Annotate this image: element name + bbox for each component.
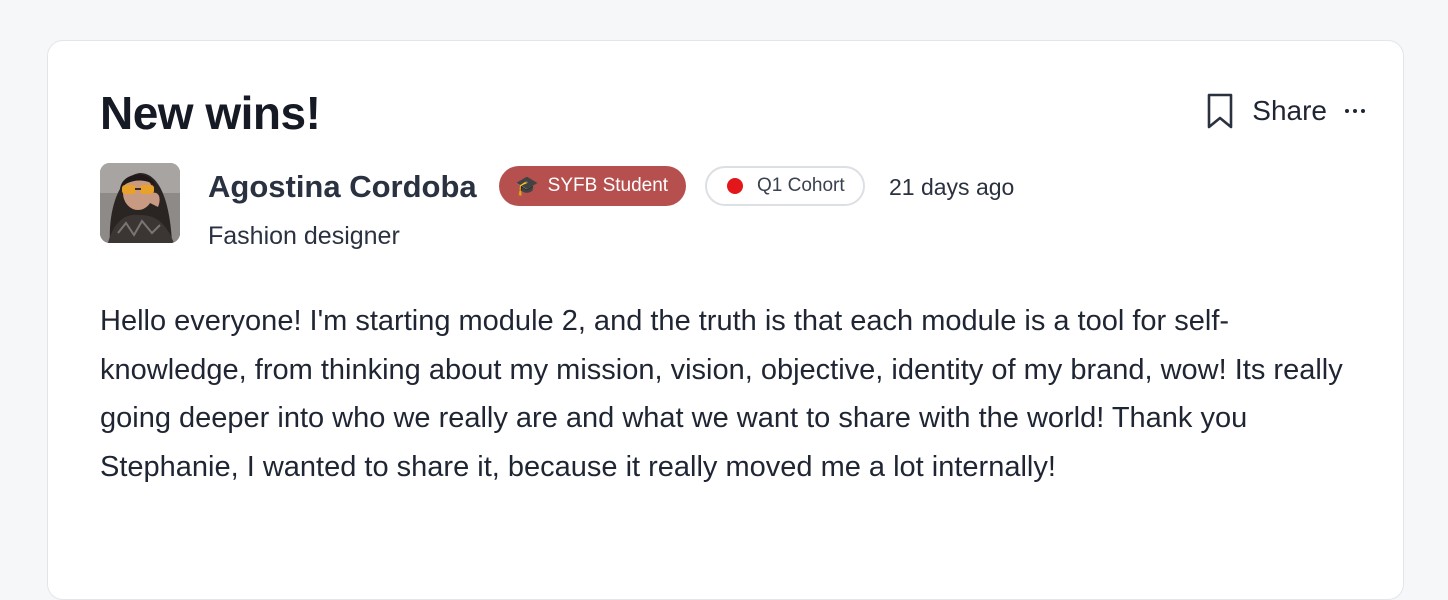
post-card: New wins! Share Agostina Cordoba 🎓 SYFB …: [47, 40, 1404, 600]
avatar[interactable]: [100, 163, 180, 243]
post-title: New wins!: [100, 87, 321, 139]
cohort-badge: Q1 Cohort: [705, 166, 865, 206]
cohort-badge-label: Q1 Cohort: [757, 175, 845, 196]
post-body: Hello everyone! I'm starting module 2, a…: [100, 305, 1343, 483]
cohort-dot-icon: [727, 178, 743, 194]
graduation-cap-icon: 🎓: [515, 176, 539, 197]
student-badge-label: SYFB Student: [547, 175, 669, 196]
post-actions: Share: [1202, 91, 1365, 131]
author-headline: Fashion designer: [208, 222, 400, 250]
student-badge: 🎓 SYFB Student: [499, 166, 687, 206]
bookmark-icon[interactable]: [1202, 91, 1238, 131]
more-options-icon[interactable]: [1345, 91, 1365, 131]
post-timestamp: 21 days ago: [889, 174, 1015, 200]
share-button[interactable]: Share: [1252, 91, 1327, 131]
author-name[interactable]: Agostina Cordoba: [208, 169, 477, 205]
